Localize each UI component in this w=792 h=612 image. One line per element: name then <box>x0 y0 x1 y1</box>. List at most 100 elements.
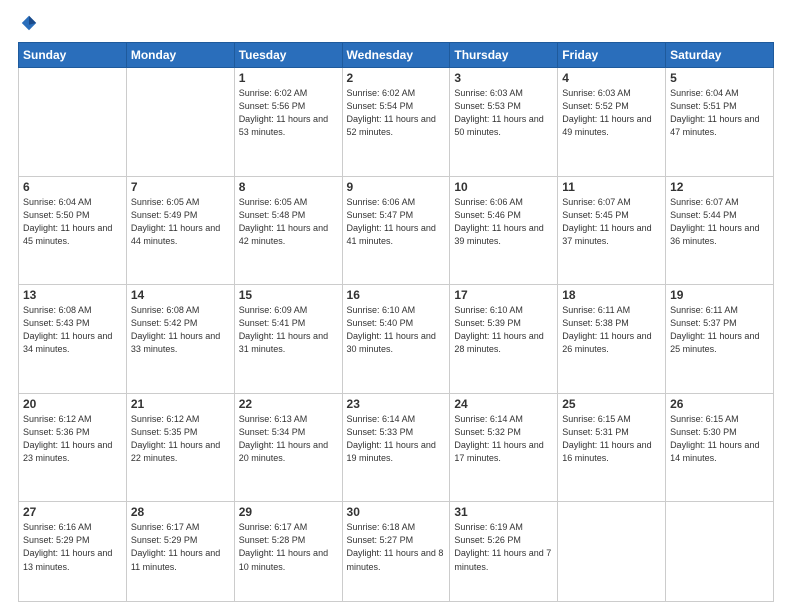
day-info: Sunrise: 6:12 AM Sunset: 5:36 PM Dayligh… <box>23 413 122 465</box>
calendar-cell: 19 Sunrise: 6:11 AM Sunset: 5:37 PM Dayli… <box>666 285 774 394</box>
calendar-cell: 12 Sunrise: 6:07 AM Sunset: 5:44 PM Dayli… <box>666 176 774 285</box>
day-number: 27 <box>23 505 122 519</box>
day-number: 23 <box>347 397 446 411</box>
calendar-week-4: 20 Sunrise: 6:12 AM Sunset: 5:36 PM Dayli… <box>19 393 774 502</box>
day-info: Sunrise: 6:05 AM Sunset: 5:49 PM Dayligh… <box>131 196 230 248</box>
day-info: Sunrise: 6:14 AM Sunset: 5:32 PM Dayligh… <box>454 413 553 465</box>
day-number: 11 <box>562 180 661 194</box>
day-number: 3 <box>454 71 553 85</box>
day-info: Sunrise: 6:11 AM Sunset: 5:38 PM Dayligh… <box>562 304 661 356</box>
calendar-cell <box>666 502 774 602</box>
day-info: Sunrise: 6:09 AM Sunset: 5:41 PM Dayligh… <box>239 304 338 356</box>
day-number: 18 <box>562 288 661 302</box>
day-number: 2 <box>347 71 446 85</box>
calendar-cell: 25Sunrise: 6:15 AM Sunset: 5:31 PM Dayli… <box>558 393 666 502</box>
day-number: 19 <box>670 288 769 302</box>
calendar-cell: 20 Sunrise: 6:12 AM Sunset: 5:36 PM Dayli… <box>19 393 127 502</box>
day-info: Sunrise: 6:03 AM Sunset: 5:52 PM Dayligh… <box>562 87 661 139</box>
calendar-cell: 28 Sunrise: 6:17 AM Sunset: 5:29 PM Dayli… <box>126 502 234 602</box>
calendar-header-tuesday: Tuesday <box>234 43 342 68</box>
day-info: Sunrise: 6:07 AM Sunset: 5:45 PM Dayligh… <box>562 196 661 248</box>
day-info: Sunrise: 6:04 AM Sunset: 5:51 PM Dayligh… <box>670 87 769 139</box>
calendar-week-1: 1Sunrise: 6:02 AM Sunset: 5:56 PM Daylig… <box>19 68 774 177</box>
calendar-cell: 23 Sunrise: 6:14 AM Sunset: 5:33 PM Dayli… <box>342 393 450 502</box>
day-number: 17 <box>454 288 553 302</box>
day-number: 24 <box>454 397 553 411</box>
day-info: Sunrise: 6:15 AM Sunset: 5:30 PM Dayligh… <box>670 413 769 465</box>
day-info: Sunrise: 6:17 AM Sunset: 5:28 PM Dayligh… <box>239 521 338 573</box>
calendar-cell: 5 Sunrise: 6:04 AM Sunset: 5:51 PM Daylig… <box>666 68 774 177</box>
day-number: 28 <box>131 505 230 519</box>
day-number: 12 <box>670 180 769 194</box>
calendar-cell: 16Sunrise: 6:10 AM Sunset: 5:40 PM Dayli… <box>342 285 450 394</box>
calendar-header-row: SundayMondayTuesdayWednesdayThursdayFrid… <box>19 43 774 68</box>
calendar-cell: 7 Sunrise: 6:05 AM Sunset: 5:49 PM Daylig… <box>126 176 234 285</box>
day-info: Sunrise: 6:13 AM Sunset: 5:34 PM Dayligh… <box>239 413 338 465</box>
day-info: Sunrise: 6:05 AM Sunset: 5:48 PM Dayligh… <box>239 196 338 248</box>
calendar-cell: 8 Sunrise: 6:05 AM Sunset: 5:48 PM Daylig… <box>234 176 342 285</box>
day-info: Sunrise: 6:14 AM Sunset: 5:33 PM Dayligh… <box>347 413 446 465</box>
day-number: 13 <box>23 288 122 302</box>
day-number: 7 <box>131 180 230 194</box>
calendar-header-monday: Monday <box>126 43 234 68</box>
day-info: Sunrise: 6:03 AM Sunset: 5:53 PM Dayligh… <box>454 87 553 139</box>
day-number: 8 <box>239 180 338 194</box>
calendar-header-friday: Friday <box>558 43 666 68</box>
day-info: Sunrise: 6:08 AM Sunset: 5:43 PM Dayligh… <box>23 304 122 356</box>
calendar-cell: 31 Sunrise: 6:19 AM Sunset: 5:26 PM Dayli… <box>450 502 558 602</box>
day-number: 10 <box>454 180 553 194</box>
day-number: 6 <box>23 180 122 194</box>
header <box>18 18 774 32</box>
day-number: 22 <box>239 397 338 411</box>
calendar-cell: 3 Sunrise: 6:03 AM Sunset: 5:53 PM Daylig… <box>450 68 558 177</box>
calendar-cell: 1Sunrise: 6:02 AM Sunset: 5:56 PM Daylig… <box>234 68 342 177</box>
day-info: Sunrise: 6:19 AM Sunset: 5:26 PM Dayligh… <box>454 521 553 573</box>
day-info: Sunrise: 6:06 AM Sunset: 5:46 PM Dayligh… <box>454 196 553 248</box>
day-info: Sunrise: 6:11 AM Sunset: 5:37 PM Dayligh… <box>670 304 769 356</box>
calendar-cell: 10 Sunrise: 6:06 AM Sunset: 5:46 PM Dayli… <box>450 176 558 285</box>
calendar-cell: 29 Sunrise: 6:17 AM Sunset: 5:28 PM Dayli… <box>234 502 342 602</box>
day-number: 31 <box>454 505 553 519</box>
day-number: 9 <box>347 180 446 194</box>
day-number: 29 <box>239 505 338 519</box>
calendar-cell: 4Sunrise: 6:03 AM Sunset: 5:52 PM Daylig… <box>558 68 666 177</box>
day-number: 14 <box>131 288 230 302</box>
calendar-week-5: 27 Sunrise: 6:16 AM Sunset: 5:29 PM Dayli… <box>19 502 774 602</box>
logo-icon <box>20 14 38 32</box>
calendar-cell: 15Sunrise: 6:09 AM Sunset: 5:41 PM Dayli… <box>234 285 342 394</box>
calendar-cell: 11 Sunrise: 6:07 AM Sunset: 5:45 PM Dayli… <box>558 176 666 285</box>
calendar-week-2: 6Sunrise: 6:04 AM Sunset: 5:50 PM Daylig… <box>19 176 774 285</box>
page: SundayMondayTuesdayWednesdayThursdayFrid… <box>0 0 792 612</box>
calendar-cell: 26Sunrise: 6:15 AM Sunset: 5:30 PM Dayli… <box>666 393 774 502</box>
day-info: Sunrise: 6:12 AM Sunset: 5:35 PM Dayligh… <box>131 413 230 465</box>
calendar-header-thursday: Thursday <box>450 43 558 68</box>
day-info: Sunrise: 6:17 AM Sunset: 5:29 PM Dayligh… <box>131 521 230 573</box>
day-number: 16 <box>347 288 446 302</box>
day-info: Sunrise: 6:10 AM Sunset: 5:39 PM Dayligh… <box>454 304 553 356</box>
day-info: Sunrise: 6:06 AM Sunset: 5:47 PM Dayligh… <box>347 196 446 248</box>
calendar-cell <box>19 68 127 177</box>
day-info: Sunrise: 6:07 AM Sunset: 5:44 PM Dayligh… <box>670 196 769 248</box>
calendar-cell: 13 Sunrise: 6:08 AM Sunset: 5:43 PM Dayli… <box>19 285 127 394</box>
day-number: 30 <box>347 505 446 519</box>
calendar-cell: 2Sunrise: 6:02 AM Sunset: 5:54 PM Daylig… <box>342 68 450 177</box>
day-number: 5 <box>670 71 769 85</box>
calendar-cell: 14Sunrise: 6:08 AM Sunset: 5:42 PM Dayli… <box>126 285 234 394</box>
calendar-header-wednesday: Wednesday <box>342 43 450 68</box>
day-number: 21 <box>131 397 230 411</box>
calendar-cell: 6Sunrise: 6:04 AM Sunset: 5:50 PM Daylig… <box>19 176 127 285</box>
calendar-cell: 18 Sunrise: 6:11 AM Sunset: 5:38 PM Dayli… <box>558 285 666 394</box>
logo <box>18 18 38 32</box>
day-info: Sunrise: 6:16 AM Sunset: 5:29 PM Dayligh… <box>23 521 122 573</box>
calendar-table: SundayMondayTuesdayWednesdayThursdayFrid… <box>18 42 774 602</box>
calendar-cell: 21 Sunrise: 6:12 AM Sunset: 5:35 PM Dayli… <box>126 393 234 502</box>
calendar-cell: 22 Sunrise: 6:13 AM Sunset: 5:34 PM Dayli… <box>234 393 342 502</box>
calendar-header-sunday: Sunday <box>19 43 127 68</box>
day-number: 25 <box>562 397 661 411</box>
calendar-header-saturday: Saturday <box>666 43 774 68</box>
day-number: 20 <box>23 397 122 411</box>
calendar-cell: 17 Sunrise: 6:10 AM Sunset: 5:39 PM Dayli… <box>450 285 558 394</box>
calendar-cell: 24 Sunrise: 6:14 AM Sunset: 5:32 PM Dayli… <box>450 393 558 502</box>
day-info: Sunrise: 6:02 AM Sunset: 5:56 PM Dayligh… <box>239 87 338 139</box>
calendar-week-3: 13 Sunrise: 6:08 AM Sunset: 5:43 PM Dayli… <box>19 285 774 394</box>
